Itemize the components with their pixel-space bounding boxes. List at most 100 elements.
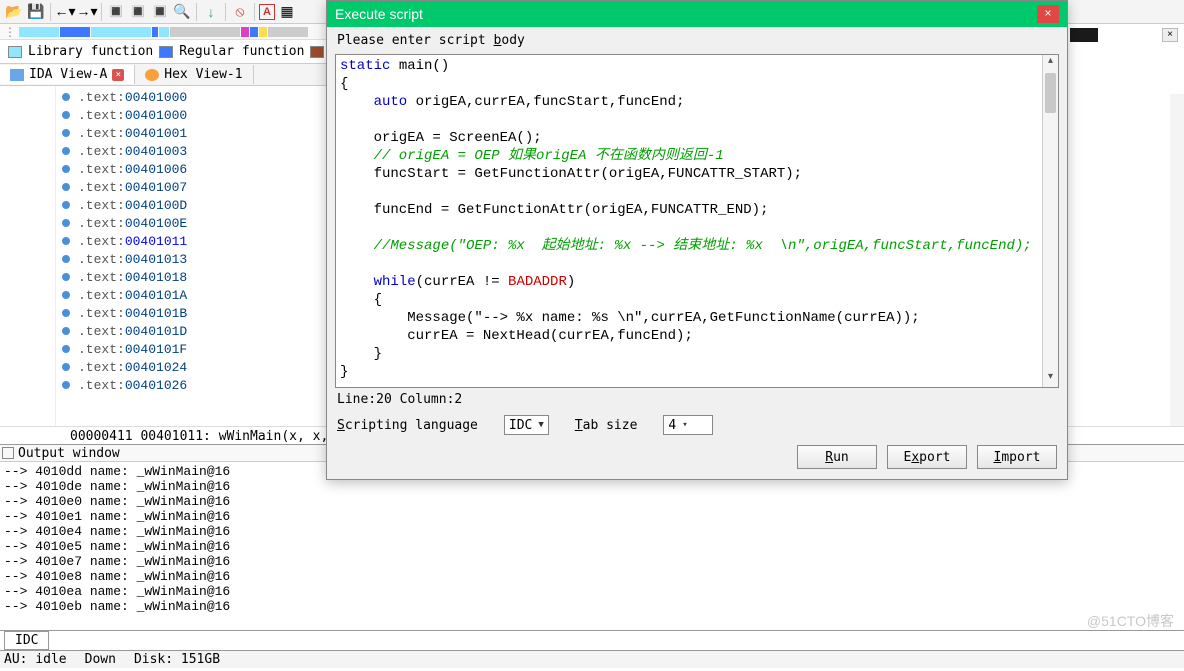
bullet-icon <box>62 291 70 299</box>
run-button[interactable]: Run <box>797 445 877 469</box>
close-icon[interactable]: × <box>1037 5 1059 23</box>
import-button[interactable]: Import <box>977 445 1057 469</box>
address-text: .text:00401006 <box>78 162 187 177</box>
legend-reg-icon <box>159 46 173 58</box>
editor-status-row: Line:20 Column:2 <box>327 388 1067 411</box>
bullet-icon <box>62 345 70 353</box>
hex-icon <box>145 69 159 81</box>
bullet-icon <box>62 165 70 173</box>
nav-dark-seg <box>1070 28 1098 42</box>
down-icon[interactable]: ↓ <box>201 2 221 22</box>
scrollbar-vertical[interactable]: ▴ ▾ <box>1042 55 1058 387</box>
script-editor[interactable]: static main() { auto origEA,currEA,funcS… <box>335 54 1059 388</box>
lang-label: Scripting language <box>337 418 478 433</box>
legend-lib-label: Library function <box>28 44 153 59</box>
tab-idc[interactable]: IDC <box>4 631 49 650</box>
address-text: .text:0040100D <box>78 198 187 213</box>
save-icon[interactable]: 💾 <box>26 2 46 22</box>
tab-label: IDA View-A <box>29 67 107 82</box>
bottom-tabs: IDC <box>0 630 1184 650</box>
toolbar-separator <box>225 3 226 21</box>
tabsize-combo[interactable]: 4 ▾ <box>663 415 713 435</box>
address-text: .text:00401007 <box>78 180 187 195</box>
scroll-down-icon[interactable]: ▾ <box>1043 371 1058 387</box>
execute-script-dialog: Execute script × Please enter script bod… <box>326 0 1068 480</box>
close-icon[interactable]: × <box>112 69 124 81</box>
right-navbar[interactable] <box>1170 86 1184 426</box>
cursor-pos: Line:20 Column:2 <box>337 392 462 407</box>
tabsize-value: 4 <box>668 418 676 433</box>
scroll-up-icon[interactable]: ▴ <box>1043 55 1058 71</box>
legend-reg-label: Regular function <box>179 44 304 59</box>
tab-label: Hex View-1 <box>164 67 242 82</box>
address-text: .text:00401013 <box>78 252 187 267</box>
tab-hex-view-1[interactable]: Hex View-1 <box>135 65 253 84</box>
open-icon[interactable]: 📂 <box>4 2 24 22</box>
address-text: .text:00401011 <box>78 234 187 249</box>
dialog-buttons: Run Export Import <box>327 445 1067 479</box>
binary-icon[interactable]: 🔳 <box>106 2 126 22</box>
bullet-icon <box>62 93 70 101</box>
toolbar-separator <box>254 3 255 21</box>
nav-seg[interactable] <box>60 27 90 37</box>
nav-seg[interactable] <box>241 27 249 37</box>
nav-seg[interactable] <box>152 27 158 37</box>
right-panel: × <box>1064 24 1184 94</box>
dialog-titlebar[interactable]: Execute script × <box>327 1 1067 27</box>
options-row: Scripting language IDC ▼ Tab size 4 ▾ <box>327 411 1067 445</box>
toolbar-separator <box>50 3 51 21</box>
bullet-icon <box>62 363 70 371</box>
bullet-icon <box>62 381 70 389</box>
tab-ida-view-a[interactable]: IDA View-A × <box>0 65 135 84</box>
output-body[interactable]: --> 4010dd name: _wWinMain@16 --> 4010de… <box>0 462 1184 630</box>
fwd-icon[interactable]: →▾ <box>77 2 97 22</box>
text-icon[interactable]: A <box>259 4 275 20</box>
nav-seg[interactable] <box>268 27 308 37</box>
bullet-icon <box>62 129 70 137</box>
address-text: .text:00401000 <box>78 90 187 105</box>
nav-seg[interactable] <box>159 27 169 37</box>
nav-seg[interactable] <box>19 27 59 37</box>
bullet-icon <box>62 237 70 245</box>
status-au: AU: idle <box>4 652 67 667</box>
close-icon[interactable]: × <box>1162 28 1178 42</box>
find-icon[interactable]: 🔍 <box>172 2 192 22</box>
grid-icon[interactable]: ▦ <box>277 2 297 22</box>
nav-seg[interactable] <box>170 27 240 37</box>
address-text: .text:00401026 <box>78 378 187 393</box>
lang-combo[interactable]: IDC ▼ <box>504 415 549 435</box>
address-text: .text:0040100E <box>78 216 187 231</box>
bullet-icon <box>62 309 70 317</box>
address-text: .text:0040101B <box>78 306 187 321</box>
nav-seg[interactable] <box>91 27 151 37</box>
legend-lib-icon <box>8 46 22 58</box>
scroll-thumb[interactable] <box>1045 73 1056 113</box>
bullet-icon <box>62 327 70 335</box>
nav-handle-icon[interactable]: ⋮ <box>4 25 16 39</box>
watermark: @51CTO博客 <box>1087 611 1174 631</box>
back-icon[interactable]: ←▾ <box>55 2 75 22</box>
paste-icon[interactable]: 🔳 <box>150 2 170 22</box>
toolbar-separator <box>101 3 102 21</box>
output-icon <box>2 447 14 459</box>
bullet-icon <box>62 255 70 263</box>
bottom-status: AU: idle Down Disk: 151GB <box>0 650 1184 668</box>
bullet-icon <box>62 201 70 209</box>
address-text: .text:0040101D <box>78 324 187 339</box>
nav-seg[interactable] <box>259 27 267 37</box>
address-text: .text:00401024 <box>78 360 187 375</box>
toolbar-separator <box>196 3 197 21</box>
address-text: .text:00401018 <box>78 270 187 285</box>
copy-icon[interactable]: 🔳 <box>128 2 148 22</box>
cancel-icon[interactable]: ⦸ <box>230 2 250 22</box>
output-title: Output window <box>18 446 120 461</box>
export-button[interactable]: Export <box>887 445 967 469</box>
bullet-icon <box>62 147 70 155</box>
gutter <box>0 86 56 426</box>
dialog-title: Execute script <box>335 6 423 22</box>
dialog-prompt: Please enter script body <box>327 27 1067 54</box>
lang-value: IDC <box>509 418 532 433</box>
address-text: .text:00401003 <box>78 144 187 159</box>
nav-seg[interactable] <box>250 27 258 37</box>
view-icon <box>10 69 24 81</box>
